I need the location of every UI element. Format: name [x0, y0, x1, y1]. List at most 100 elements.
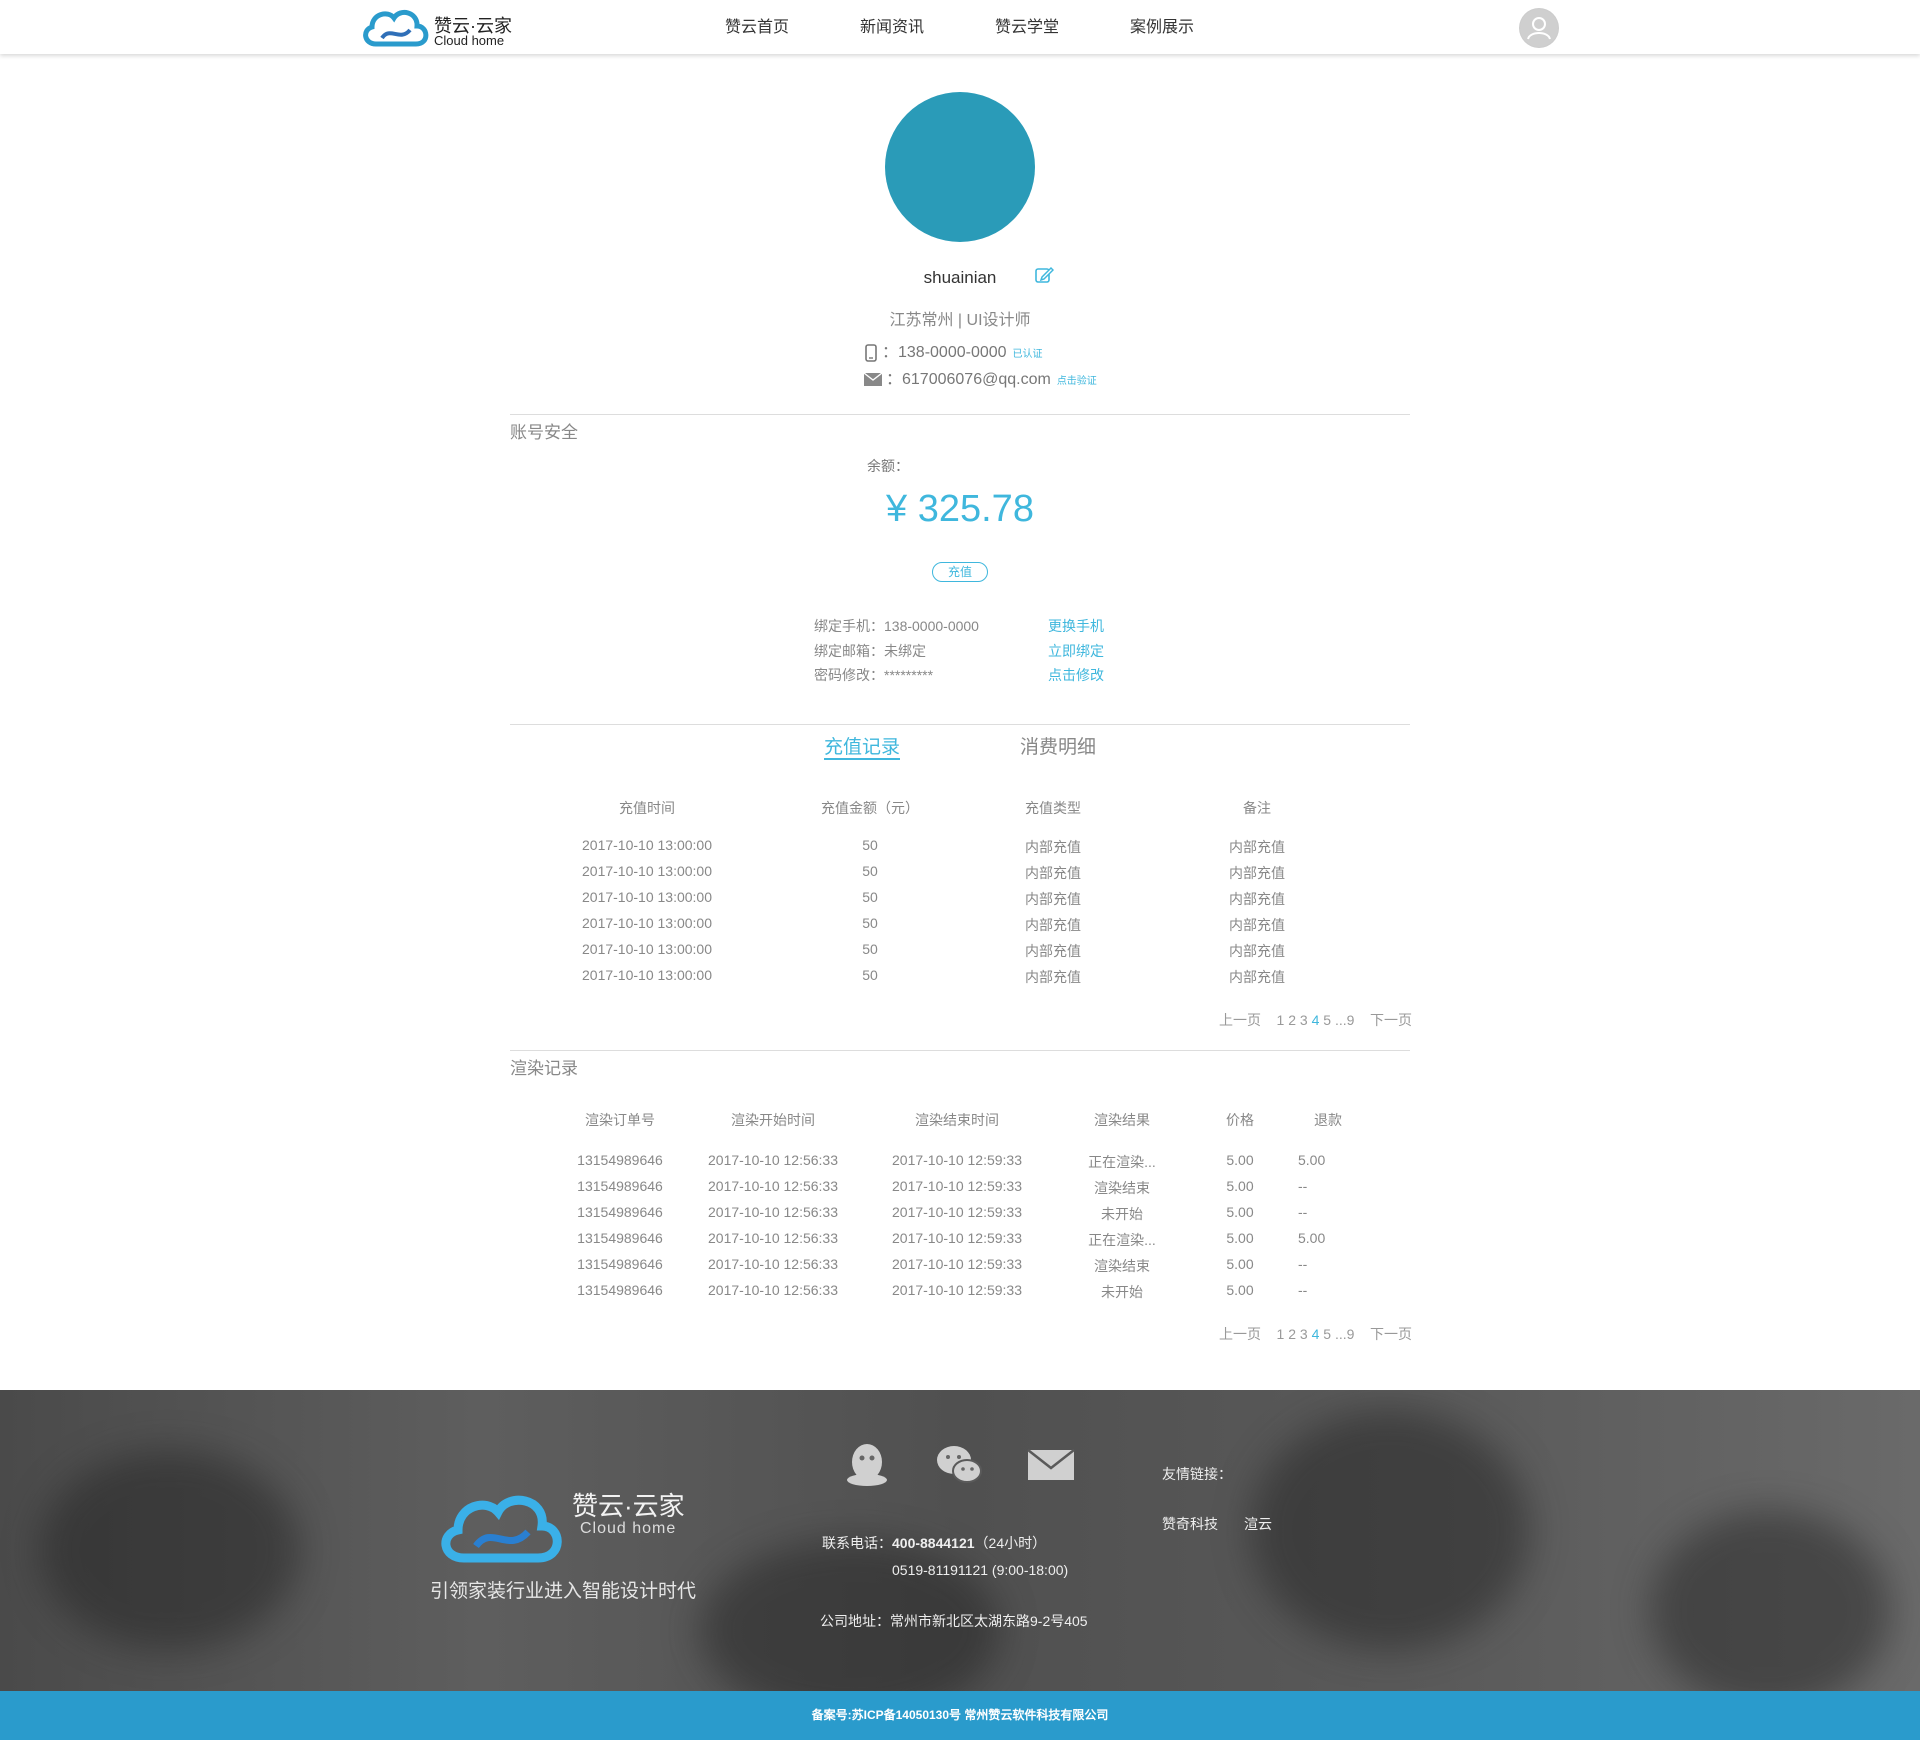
cell-result: 正在渲染... [1088, 1232, 1156, 1248]
logo-text-en: Cloud home [434, 33, 505, 48]
qq-icon[interactable] [842, 1440, 892, 1490]
page-link-2[interactable]: 2 [1288, 1012, 1296, 1028]
cell-order: 13154989646 [577, 1230, 663, 1246]
cell-amount: 50 [862, 967, 878, 983]
divider [510, 1050, 1410, 1051]
col-header-start: 渲染开始时间 [731, 1112, 815, 1128]
background-blur [1250, 1410, 1530, 1650]
nav-home[interactable]: 赞云首页 [725, 0, 860, 54]
active-tab-indicator [824, 758, 900, 760]
friend-links-label: 友情链接： [1162, 1466, 1232, 1482]
recharge-button[interactable]: 充值 [932, 562, 988, 582]
footer-logo[interactable]: 赞云·云家 Cloud home [436, 1480, 686, 1570]
prev-page-link[interactable]: 上一页 [1219, 1012, 1261, 1028]
profile-avatar[interactable] [885, 92, 1035, 242]
cell-price: 5.00 [1226, 1204, 1254, 1220]
next-page-link[interactable]: 下一页 [1370, 1012, 1412, 1028]
tab-recharge-records[interactable]: 充值记录 [824, 732, 900, 759]
page-link-last[interactable]: ...9 [1335, 1012, 1354, 1028]
password-label: 密码修改：********* [814, 667, 934, 683]
profile-email: ：617006076@qq.com [886, 371, 1051, 388]
balance-amount: ¥ 325.78 [886, 488, 1034, 530]
col-header-type: 充值类型 [1025, 800, 1081, 816]
cell-start: 2017-10-10 12:56:33 [708, 1178, 838, 1194]
wechat-icon[interactable] [934, 1440, 984, 1490]
footer-address: 公司地址：常州市新北区太湖东路9-2号405 [820, 1613, 1088, 1629]
divider [510, 724, 1410, 725]
bound-phone-label: 绑定手机：138-0000-0000 [814, 618, 979, 634]
page-link-4-current[interactable]: 4 [1312, 1326, 1320, 1342]
nav-school[interactable]: 赞云学堂 [995, 0, 1130, 54]
account-security-title: 账号安全 [510, 423, 578, 442]
footer-phone-label: 联系电话： [822, 1535, 892, 1551]
col-header-price: 价格 [1226, 1112, 1254, 1128]
cell-end: 2017-10-10 12:59:33 [892, 1282, 1022, 1298]
page-link-last[interactable]: ...9 [1335, 1326, 1354, 1342]
col-header-result: 渲染结果 [1094, 1112, 1150, 1128]
cell-order: 13154989646 [577, 1256, 663, 1272]
bind-email-link[interactable]: 立即绑定 [1048, 641, 1104, 661]
page-link-3[interactable]: 3 [1300, 1326, 1308, 1342]
cell-type: 内部充值 [1025, 891, 1081, 907]
cloud-logo-icon [363, 9, 429, 47]
friend-link-zanqi[interactable]: 赞奇科技 [1162, 1514, 1218, 1534]
bound-email-label: 绑定邮箱：未绑定 [814, 643, 926, 659]
page-link-1[interactable]: 1 [1277, 1326, 1285, 1342]
cell-note: 内部充值 [1229, 969, 1285, 985]
mail-icon[interactable] [1026, 1440, 1076, 1490]
background-blur [1650, 1510, 1890, 1691]
cell-start: 2017-10-10 12:56:33 [708, 1204, 838, 1220]
site-logo[interactable]: 赞云·云家 Cloud home [360, 4, 520, 52]
page-link-5[interactable]: 5 [1323, 1326, 1331, 1342]
phone-verified-badge: 已认证 [1012, 349, 1043, 360]
verify-email-link[interactable]: 点击验证 [1057, 376, 1097, 387]
cell-end: 2017-10-10 12:59:33 [892, 1152, 1022, 1168]
cell-end: 2017-10-10 12:59:33 [892, 1230, 1022, 1246]
col-header-end: 渲染结束时间 [915, 1112, 999, 1128]
change-password-link[interactable]: 点击修改 [1048, 665, 1104, 685]
tab-consumption-details[interactable]: 消费明细 [1020, 732, 1096, 759]
cell-price: 5.00 [1226, 1282, 1254, 1298]
page-link-3[interactable]: 3 [1300, 1012, 1308, 1028]
icp-bar: 备案号:苏ICP备14050130号 常州赞云软件科技有限公司 [0, 1691, 1920, 1740]
profile-location-job: 江苏常州 | UI设计师 [889, 312, 1031, 329]
footer-logo-text-cn: 赞云·云家 [572, 1491, 685, 1521]
main-nav: 赞云首页 新闻资讯 赞云学堂 案例展示 [725, 0, 1265, 54]
footer-logo-text-en: Cloud home [580, 1520, 677, 1537]
cell-amount: 50 [862, 837, 878, 853]
friend-link-xuanyun[interactable]: 渲云 [1244, 1514, 1272, 1534]
profile-phone: ：138-0000-0000 [882, 344, 1007, 361]
profile-phone-row: ：138-0000-0000 已认证 [864, 338, 1043, 362]
cell-amount: 50 [862, 863, 878, 879]
footer-phone-main: 400-8844121 [892, 1535, 975, 1551]
cell-note: 内部充值 [1229, 943, 1285, 959]
cell-note: 内部充值 [1229, 865, 1285, 881]
page-link-4-current[interactable]: 4 [1312, 1012, 1320, 1028]
nav-cases[interactable]: 案例展示 [1130, 0, 1265, 54]
footer-phone-hours: （24小时） [974, 1535, 1047, 1551]
prev-page-link[interactable]: 上一页 [1219, 1326, 1261, 1342]
cell-refund: -- [1298, 1204, 1308, 1220]
page-link-5[interactable]: 5 [1323, 1012, 1331, 1028]
cell-result: 渲染结束 [1094, 1180, 1150, 1196]
change-phone-link[interactable]: 更换手机 [1048, 616, 1104, 636]
cell-end: 2017-10-10 12:59:33 [892, 1204, 1022, 1220]
cell-price: 5.00 [1226, 1230, 1254, 1246]
cell-note: 内部充值 [1229, 839, 1285, 855]
cell-time: 2017-10-10 13:00:00 [582, 863, 712, 879]
cell-result: 渲染结束 [1094, 1258, 1150, 1274]
user-avatar-icon[interactable] [1519, 8, 1559, 48]
next-page-link[interactable]: 下一页 [1370, 1326, 1412, 1342]
col-header-amount: 充值金额（元） [821, 800, 919, 816]
cell-time: 2017-10-10 13:00:00 [582, 889, 712, 905]
cell-order: 13154989646 [577, 1282, 663, 1298]
cell-end: 2017-10-10 12:59:33 [892, 1178, 1022, 1194]
mail-icon [864, 373, 882, 387]
cell-refund: -- [1298, 1282, 1308, 1298]
nav-news[interactable]: 新闻资讯 [860, 0, 995, 54]
page-link-2[interactable]: 2 [1288, 1326, 1296, 1342]
edit-icon[interactable] [1034, 265, 1054, 285]
cell-order: 13154989646 [577, 1178, 663, 1194]
cell-note: 内部充值 [1229, 891, 1285, 907]
page-link-1[interactable]: 1 [1277, 1012, 1285, 1028]
